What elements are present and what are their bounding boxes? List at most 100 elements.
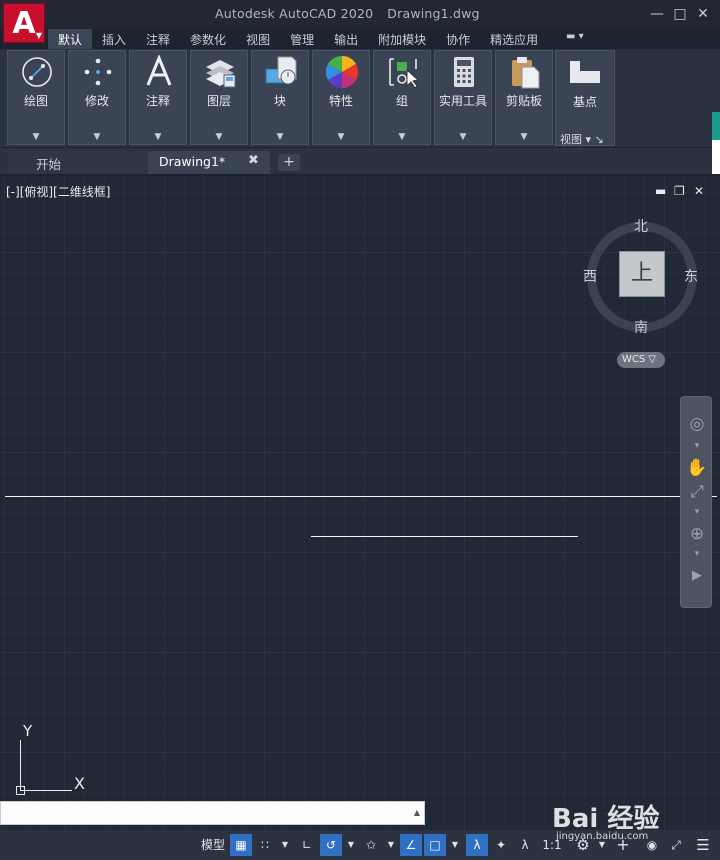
chevron-down-icon[interactable]: ▼ [191,132,247,142]
pan-hand-icon[interactable]: ✋ [686,457,708,479]
panel-label: 基点 [572,95,597,109]
chevron-down-icon: ▾ [585,133,592,146]
chevron-down-icon[interactable]: ▼ [69,132,125,142]
compass-east[interactable]: 东 [684,266,698,286]
wcs-label: WCS [622,354,646,365]
viewport-restore-icon[interactable]: ❐ [674,184,685,198]
chevron-down-icon[interactable]: ▼ [496,132,552,142]
snap-icon[interactable]: ∷ [254,834,276,856]
customize-menu-icon[interactable]: ☰ [692,834,714,856]
panel-properties[interactable]: 特性 ▼ [312,50,370,145]
maximize-icon[interactable]: □ [671,5,689,23]
ribbon-minimize-icon[interactable]: ▬ ▾ [566,31,596,45]
chevron-down-icon[interactable]: ▼ [384,834,398,856]
chevron-up-icon[interactable]: ▲ [414,808,420,817]
chevron-down-icon: ▼ [35,31,42,40]
baidu-watermark-url: jingyan.baidu.com [556,831,649,842]
compass-west[interactable]: 西 [583,266,597,286]
view-dropdown[interactable]: 视图 ▾ ↘ [560,131,604,147]
panel-group[interactable]: 组 ▼ [373,50,431,145]
showmotion-icon[interactable]: ▶ [686,565,708,587]
chevron-down-icon[interactable]: ▼ [8,132,64,142]
app-name: Autodesk AutoCAD 2020 [215,6,374,21]
ribbon-tab-view[interactable]: 视图 [236,29,280,49]
color-wheel-icon [325,55,359,89]
ribbon-tab-output[interactable]: 输出 [324,29,368,49]
panel-modify[interactable]: 修改 ▼ [68,50,126,145]
panel-block[interactable]: 块 ▼ [251,50,309,145]
drawn-line-short[interactable] [311,536,578,537]
panel-label: 注释 [145,94,170,108]
zoom-extents-icon[interactable]: ⤢ [686,481,708,503]
chevron-down-icon[interactable]: ▼ [374,132,430,142]
ribbon-tab-collaborate[interactable]: 协作 [436,29,480,49]
annotation-visibility-icon[interactable]: λ [466,834,488,856]
panel-label: 块 [273,94,286,108]
ribbon-tab-bar: 默认 插入 注释 参数化 视图 管理 输出 附加模块 协作 精选应用 [48,29,548,49]
steering-wheel-icon[interactable]: ◎ [686,413,708,435]
chevron-down-icon[interactable]: ▼ [278,834,292,856]
ucs-x-axis [20,790,72,791]
annotation-scale-icon[interactable]: λ [514,834,536,856]
window-title: Autodesk AutoCAD 2020 Drawing1.dwg [215,6,480,21]
close-icon[interactable]: ✖ [248,153,259,168]
panel-layers[interactable]: 图层 ▼ [190,50,248,145]
compass-south[interactable]: 南 [634,317,648,337]
compass-north[interactable]: 北 [634,216,648,236]
panel-utilities[interactable]: 实用工具 ▼ [434,50,492,145]
ribbon-tab-insert[interactable]: 插入 [92,29,136,49]
minimize-icon[interactable]: — [648,5,666,23]
polar-tracking-icon[interactable]: ↺ [320,834,342,856]
app-logo-letter: A [12,5,36,41]
panel-clipboard[interactable]: 剪贴板 ▼ [495,50,553,145]
ucs-origin [16,786,25,795]
chevron-down-icon[interactable]: ▼ [435,132,491,142]
viewport-minimize-icon[interactable]: ▬ [655,184,666,198]
ribbon-tab-featured-apps[interactable]: 精选应用 [480,29,548,49]
object-snap-icon[interactable]: □ [424,834,446,856]
tab-start[interactable]: 开始 [8,151,148,174]
fullscreen-icon[interactable]: ⤢ [666,834,686,856]
viewport-controls[interactable]: [-][俯视][二维线框] [6,183,110,200]
viewport-close-icon[interactable]: ✕ [694,184,704,198]
ribbon-tab-default[interactable]: 默认 [48,29,93,49]
grid-icon[interactable]: ▦ [230,834,252,856]
move-icon [84,58,112,86]
chevron-down-icon[interactable]: ▼ [344,834,358,856]
chevron-down-icon[interactable]: ▾ [686,543,708,565]
chevron-down-icon[interactable]: ▼ [313,132,369,142]
ribbon-tab-manage[interactable]: 管理 [280,29,324,49]
wcs-menu[interactable]: WCS ▽ [617,352,665,368]
viewcube-face[interactable]: 上 [619,251,665,297]
model-space-button[interactable]: 模型 [198,834,228,856]
object-snap-tracking-icon[interactable]: ∠ [400,834,422,856]
close-icon[interactable]: ✕ [694,5,712,23]
base-point-icon [570,61,600,83]
ortho-icon[interactable]: ∟ [296,834,318,856]
drawn-line-long[interactable] [5,496,717,497]
text-icon [146,55,172,86]
isometric-icon[interactable]: ✩ [360,834,382,856]
chevron-down-icon[interactable]: ▼ [252,132,308,142]
side-white-strip [712,140,720,174]
auto-scale-icon[interactable]: ✦ [490,834,512,856]
panel-label: 绘图 [23,94,48,108]
chevron-down-icon[interactable]: ▾ [686,435,708,457]
chevron-down-icon[interactable]: ▼ [448,834,462,856]
orbit-icon[interactable]: ⊕ [686,523,708,545]
application-menu-button[interactable]: A ▼ [3,3,45,43]
ribbon-tab-addins[interactable]: 附加模块 [368,29,436,49]
panel-base-point[interactable]: 基点 视图 ▾ ↘ [555,50,615,146]
view-dropdown-label: 视图 [560,133,582,146]
panel-annotate[interactable]: 注释 ▼ [129,50,187,145]
panel-draw[interactable]: 绘图 ▼ [7,50,65,145]
new-tab-button[interactable]: + [278,154,300,171]
panel-label: 特性 [328,94,353,108]
ribbon-tab-annotate[interactable]: 注释 [136,29,180,49]
chevron-down-icon[interactable]: ▼ [130,132,186,142]
panel-label: 图层 [206,94,231,108]
ribbon-tab-parametric[interactable]: 参数化 [180,29,236,49]
chevron-down-icon: ▽ [648,354,657,365]
chevron-down-icon[interactable]: ▾ [686,501,708,523]
command-line-input[interactable]: ▲ [0,801,425,825]
